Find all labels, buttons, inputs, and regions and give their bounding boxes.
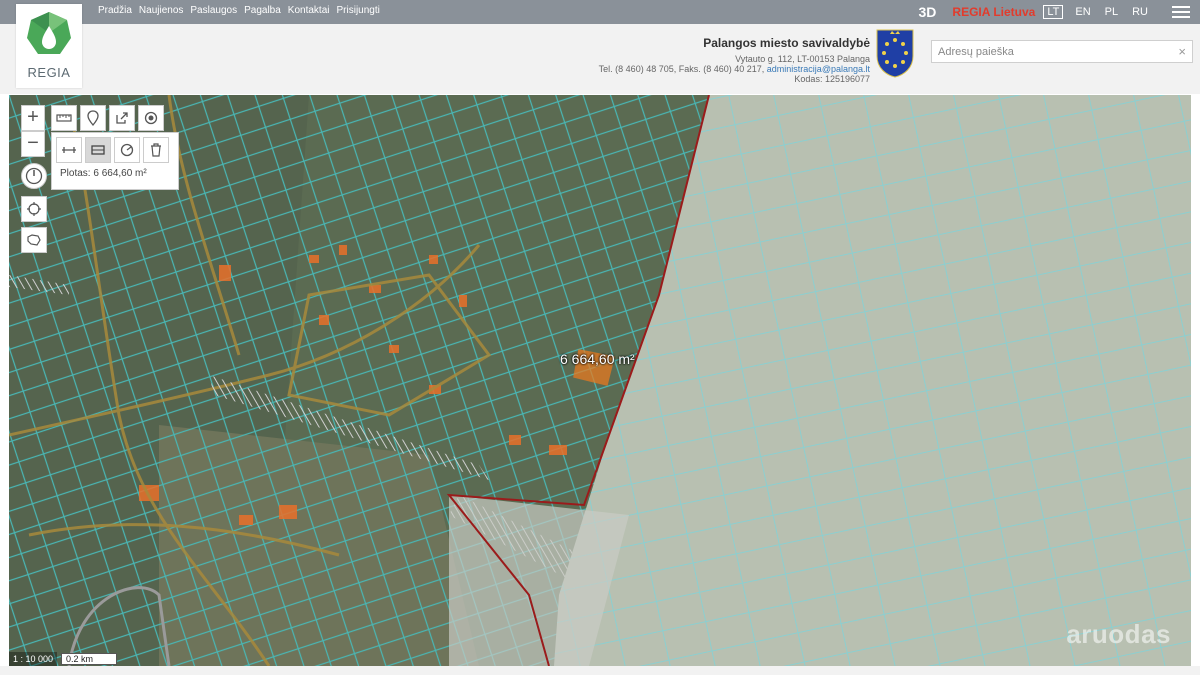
- delete-measurement-button[interactable]: [143, 137, 169, 163]
- municipality-phone: Tel. (8 460) 48 705, Faks. (8 460) 40 21…: [598, 64, 765, 74]
- map-toolbar: [51, 105, 164, 131]
- distance-icon: [62, 147, 76, 153]
- menu-item-naujienos[interactable]: Naujienos: [139, 5, 183, 16]
- footer: [0, 666, 1200, 675]
- menu-item-prisijungti[interactable]: Prisijungti: [337, 5, 380, 16]
- aerial-map-layer: [9, 95, 1191, 666]
- locate-me-button[interactable]: [21, 196, 47, 222]
- menu-item-pagalba[interactable]: Pagalba: [244, 5, 281, 16]
- aruodas-watermark: aruodas: [1066, 619, 1171, 649]
- menu-item-paslaugos[interactable]: Paslaugos: [190, 5, 237, 16]
- municipality-info: Palangos miesto savivaldybė Vytauto g. 1…: [599, 36, 870, 84]
- zoom-out-button[interactable]: −: [21, 131, 45, 157]
- municipality-email-link[interactable]: administracija@palanga.lt: [767, 64, 870, 74]
- 3d-button[interactable]: 3D: [919, 4, 937, 20]
- zoom-controls: + −: [21, 105, 45, 157]
- share-icon: [116, 112, 128, 124]
- crosshair-icon: [27, 202, 41, 216]
- boundary-layer-button[interactable]: [21, 227, 47, 253]
- regia-logo[interactable]: REGIA: [16, 4, 82, 88]
- lang-ru[interactable]: RU: [1130, 6, 1150, 18]
- zoom-in-button[interactable]: +: [21, 105, 45, 131]
- compass-button[interactable]: [21, 163, 47, 189]
- menu-item-pradzia[interactable]: Pradžia: [98, 5, 132, 16]
- map-outline-icon: [27, 234, 41, 246]
- lang-en[interactable]: EN: [1073, 6, 1092, 18]
- hamburger-menu-icon[interactable]: [1172, 6, 1190, 18]
- marker-tool-button[interactable]: [80, 105, 106, 131]
- scale-bar: 0.2 km: [61, 653, 118, 665]
- map-canvas[interactable]: + − Plotas: 6 664,60 m² 6 664,60 m² 1: …: [9, 95, 1191, 666]
- municipality-name: Palangos miesto savivaldybė: [703, 36, 870, 50]
- target-icon: [144, 111, 158, 125]
- municipality-address: Vytauto g. 112, LT-00153 Palanga: [735, 54, 870, 64]
- area-icon: [91, 145, 105, 155]
- measure-area-button[interactable]: [85, 137, 111, 163]
- main-menu: Pradžia Naujienos Paslaugos Pagalba Kont…: [98, 5, 380, 16]
- share-tool-button[interactable]: [109, 105, 135, 131]
- measurement-tools: [56, 137, 169, 163]
- municipality-contacts: Tel. (8 460) 48 705, Faks. (8 460) 40 21…: [599, 64, 870, 74]
- header: Palangos miesto savivaldybė Vytauto g. 1…: [0, 24, 1200, 94]
- address-search: ×: [931, 40, 1193, 63]
- lang-pl[interactable]: PL: [1103, 6, 1120, 18]
- lang-lt[interactable]: LT: [1043, 5, 1064, 19]
- area-value: Plotas: 6 664,60 m²: [60, 168, 147, 179]
- measure-radius-button[interactable]: [114, 137, 140, 163]
- coat-of-arms-icon: [876, 29, 914, 78]
- measurement-panel: Plotas: 6 664,60 m²: [51, 132, 179, 190]
- top-right-controls: 3D REGIA Lietuva LT EN PL RU: [919, 0, 1200, 24]
- scale-control: 1 : 10 000 0.2 km: [9, 652, 118, 666]
- trash-icon: [151, 143, 161, 157]
- regia-logo-text: REGIA: [27, 65, 71, 80]
- map-area-label: 6 664,60 m²: [560, 351, 635, 367]
- compass-icon: [25, 167, 43, 185]
- regia-lietuva-link[interactable]: REGIA Lietuva: [952, 5, 1035, 19]
- address-search-input[interactable]: [932, 41, 1162, 62]
- target-tool-button[interactable]: [138, 105, 164, 131]
- menu-item-kontaktai[interactable]: Kontaktai: [288, 5, 330, 16]
- measure-tool-button[interactable]: [51, 105, 77, 131]
- radius-icon: [120, 143, 134, 157]
- measure-distance-button[interactable]: [56, 137, 82, 163]
- top-navigation-bar: Pradžia Naujienos Paslaugos Pagalba Kont…: [0, 0, 1200, 24]
- clear-search-icon[interactable]: ×: [1178, 44, 1186, 59]
- regia-logo-icon: [27, 12, 71, 54]
- municipality-code: Kodas: 125196077: [794, 74, 870, 84]
- ruler-icon: [56, 114, 72, 122]
- scale-ratio: 1 : 10 000: [9, 652, 58, 666]
- map-pin-icon: [87, 110, 99, 126]
